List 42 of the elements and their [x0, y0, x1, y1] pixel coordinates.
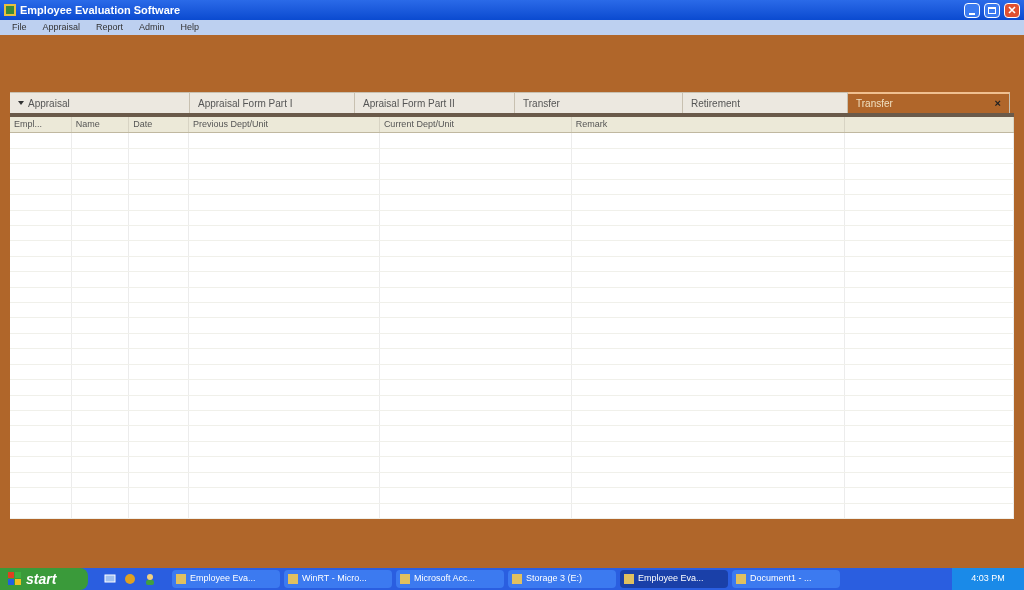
caret-icon	[18, 100, 24, 106]
window-icon	[624, 574, 634, 584]
window-icon	[176, 574, 186, 584]
tab[interactable]: Transfer ×	[848, 92, 1010, 113]
window-title: Employee Evaluation Software	[20, 2, 182, 18]
menu-item[interactable]: Appraisal	[42, 20, 81, 35]
close-button[interactable]	[1004, 2, 1020, 18]
window-icon	[512, 574, 522, 584]
maximize-button[interactable]	[984, 2, 1000, 18]
close-tab-button[interactable]: ×	[994, 95, 1001, 112]
app-icon	[4, 4, 16, 16]
column-header[interactable]: Date	[133, 117, 153, 132]
taskbar-button[interactable]: Storage 3 (E:)	[508, 570, 616, 588]
tab[interactable]: Appraisal	[10, 92, 190, 113]
tab[interactable]: Appraisal Form Part I	[190, 92, 355, 113]
column-header[interactable]: Empl...	[14, 117, 42, 132]
taskbar-button[interactable]: Employee Eva...	[620, 570, 728, 588]
taskbar-button[interactable]: Microsoft Acc...	[396, 570, 504, 588]
window-icon	[736, 574, 746, 584]
window-icon	[400, 574, 410, 584]
taskbar-button[interactable]: Document1 - ...	[732, 570, 840, 588]
column-header[interactable]: Remark	[575, 117, 608, 132]
column-header[interactable]: Current Dept/Unit	[383, 117, 454, 132]
menu-item[interactable]: Admin	[139, 20, 165, 35]
menu-item[interactable]: Help	[180, 20, 200, 35]
tab[interactable]: Transfer	[515, 92, 683, 113]
window-icon	[288, 574, 298, 584]
menu-item[interactable]: File	[12, 20, 27, 35]
tab[interactable]: Apraisal Form Part II	[355, 92, 515, 113]
menu-item[interactable]: Report	[96, 20, 124, 35]
people-icon[interactable]	[144, 573, 156, 585]
taskbar-button[interactable]: WinRT - Micro...	[284, 570, 392, 588]
column-header[interactable]: Name	[75, 117, 100, 132]
windows-logo-icon	[8, 572, 22, 586]
tab[interactable]: Retirement	[683, 92, 848, 113]
start-button[interactable]: start	[0, 568, 88, 590]
close-icon	[1008, 6, 1016, 14]
column-header[interactable]: Previous Dept/Unit	[193, 117, 269, 132]
taskbar-button[interactable]: Employee Eva...	[172, 570, 280, 588]
desktop-icon[interactable]	[104, 573, 116, 585]
minimize-button[interactable]	[964, 2, 980, 18]
clock: 4:03 PM	[971, 572, 1005, 586]
